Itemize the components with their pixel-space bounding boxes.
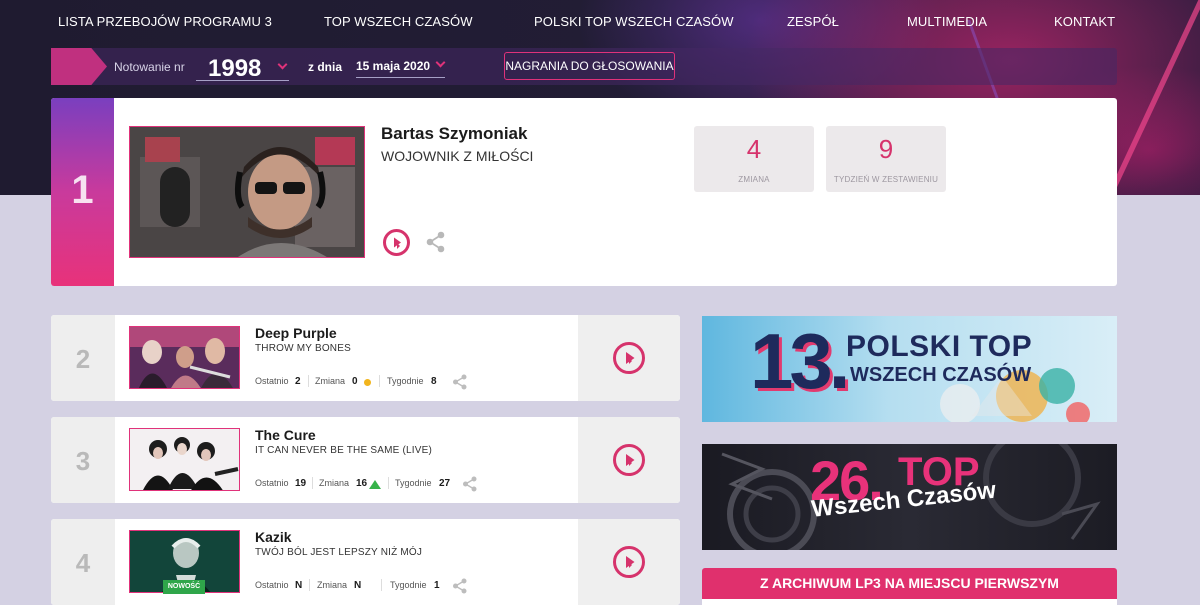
banner-number: 13.: [750, 317, 850, 405]
row-artist[interactable]: The Cure: [255, 427, 316, 443]
weeks-label: Tygodnie: [390, 580, 427, 590]
row-title: IT CAN NEVER BE THE SAME (LIVE): [255, 445, 432, 456]
divider: [379, 375, 380, 387]
no-change-dot-icon: [364, 379, 371, 386]
banner-line2: WSZECH CZASÓW: [850, 364, 1032, 386]
divider: [308, 375, 309, 387]
rank-cell: 4: [51, 519, 115, 605]
weeks-label: Tygodnie: [387, 376, 424, 386]
artist-photo[interactable]: [129, 326, 240, 389]
chevron-down-icon: [277, 59, 288, 70]
nav-lista-przebojow[interactable]: LISTA PRZEBOJÓW PROGRAMU 3: [58, 14, 272, 29]
last-value: 2: [295, 376, 301, 387]
weeks-stat: 9 TYDZIEŃ W ZESTAWIENIU: [826, 126, 946, 192]
vote-recordings-button[interactable]: NAGRANIA DO GŁOSOWANIA: [504, 52, 675, 80]
play-icon: [626, 556, 635, 568]
nav-polski-top[interactable]: POLSKI TOP WSZECH CZASÓW: [534, 14, 734, 29]
artist-photo[interactable]: [129, 428, 240, 491]
chart-row: 2 Deep Purple THROW MY BONES Ostatnio 2 …: [51, 315, 680, 401]
row-title: TWÓJ BÓL JEST LEPSZY NIŻ MÓJ: [255, 547, 423, 558]
last-label: Ostatnio: [255, 376, 289, 386]
arrow-up-icon: [369, 480, 381, 489]
change-label: Zmiana: [315, 376, 346, 386]
play-icon: [626, 454, 635, 466]
notowanie-select[interactable]: 1998: [196, 51, 289, 82]
rank-number: 4: [75, 548, 91, 578]
date-label: z dnia: [308, 60, 343, 74]
chart-row: 4 Kazik TWÓJ BÓL JEST LEPSZY NIŻ MÓJ Ost…: [51, 519, 680, 605]
change-value: 4: [746, 134, 762, 164]
top-navigation: LISTA PRZEBOJÓW PROGRAMU 3 TOP WSZECH CZ…: [0, 0, 1200, 42]
archive-panel: [702, 599, 1117, 605]
play-button[interactable]: [613, 546, 645, 578]
last-label: Ostatnio: [255, 580, 289, 590]
date-select[interactable]: 15 maja 2020: [356, 54, 446, 78]
change-value: N: [354, 580, 362, 591]
nav-kontakt[interactable]: KONTAKT: [1054, 14, 1115, 29]
chevron-down-icon: [435, 57, 446, 68]
top-title: WOJOWNIK Z MIŁOŚCI: [381, 148, 534, 164]
change-label: Zmiana: [319, 478, 350, 488]
play-button[interactable]: [613, 342, 645, 374]
date-value: 15 maja 2020: [356, 59, 431, 73]
rank-number: 1: [71, 168, 94, 212]
play-button[interactable]: [613, 444, 645, 476]
weeks-value: 9: [878, 134, 894, 164]
archive-header[interactable]: Z ARCHIWUM LP3 NA MIEJSCU PIERWSZYM: [702, 568, 1117, 599]
rank-bar: 1: [51, 98, 114, 286]
banner-top-wszech-czasow[interactable]: 26. TOP Wszech Czasów: [702, 444, 1117, 550]
notowanie-value: 1998: [208, 55, 262, 82]
play-icon: [394, 237, 401, 248]
rank-cell: 3: [51, 417, 115, 503]
rank-number: 3: [75, 446, 91, 476]
change-stat: 4 ZMIANA: [694, 126, 814, 192]
chart-filter-bar: Notowanie nr 1998 z dnia 15 maja 2020 NA…: [51, 48, 1117, 85]
flag-icon: [51, 48, 107, 85]
change-label: ZMIANA: [738, 175, 770, 184]
share-icon[interactable]: [452, 578, 468, 594]
share-icon[interactable]: [425, 231, 447, 253]
row-artist[interactable]: Deep Purple: [255, 325, 337, 341]
play-cell[interactable]: [578, 417, 680, 503]
weeks-value: 8: [431, 376, 437, 387]
weeks-value: 27: [439, 478, 451, 489]
notowanie-label: Notowanie nr: [114, 60, 185, 74]
rank-number: 2: [75, 344, 91, 374]
share-icon[interactable]: [452, 374, 468, 390]
play-cell[interactable]: [578, 519, 680, 605]
play-cell[interactable]: [578, 315, 680, 401]
nav-multimedia[interactable]: MULTIMEDIA: [907, 14, 987, 29]
change-label: Zmiana: [317, 580, 348, 590]
divider: [388, 477, 389, 489]
rank-cell: 2: [51, 315, 115, 401]
nav-top-wszech-czasow[interactable]: TOP WSZECH CZASÓW: [324, 14, 473, 29]
play-icon: [626, 352, 635, 364]
change-value: 16: [356, 478, 368, 489]
divider: [312, 477, 313, 489]
weeks-label: Tygodnie: [395, 478, 432, 488]
chart-row: 3 The Cure IT CAN NEVER BE THE SAME (LIV…: [51, 417, 680, 503]
last-value: 19: [295, 478, 307, 489]
top-artist[interactable]: Bartas Szymoniak: [381, 124, 527, 144]
change-value: 0: [352, 376, 358, 387]
row-artist[interactable]: Kazik: [255, 529, 292, 545]
weeks-value: 1: [434, 580, 440, 591]
banner-polski-top[interactable]: 13. POLSKI TOP WSZECH CZASÓW: [702, 316, 1117, 422]
weeks-label: TYDZIEŃ W ZESTAWIENIU: [833, 175, 939, 184]
banner-line1: POLSKI TOP: [846, 330, 1033, 363]
row-title: THROW MY BONES: [255, 343, 351, 354]
top-entry-card: 1 Bartas Szymoniak WOJOWNIK Z MIŁOŚCI 4 …: [51, 98, 1117, 286]
play-button[interactable]: [383, 229, 410, 256]
new-badge: NOWOŚĆ: [163, 580, 205, 594]
artist-photo[interactable]: [129, 126, 365, 258]
last-value: N: [295, 580, 303, 591]
divider: [309, 579, 310, 591]
nav-zespol[interactable]: ZESPÓŁ: [787, 14, 839, 29]
share-icon[interactable]: [462, 476, 478, 492]
divider: [381, 579, 382, 591]
last-label: Ostatnio: [255, 478, 289, 488]
